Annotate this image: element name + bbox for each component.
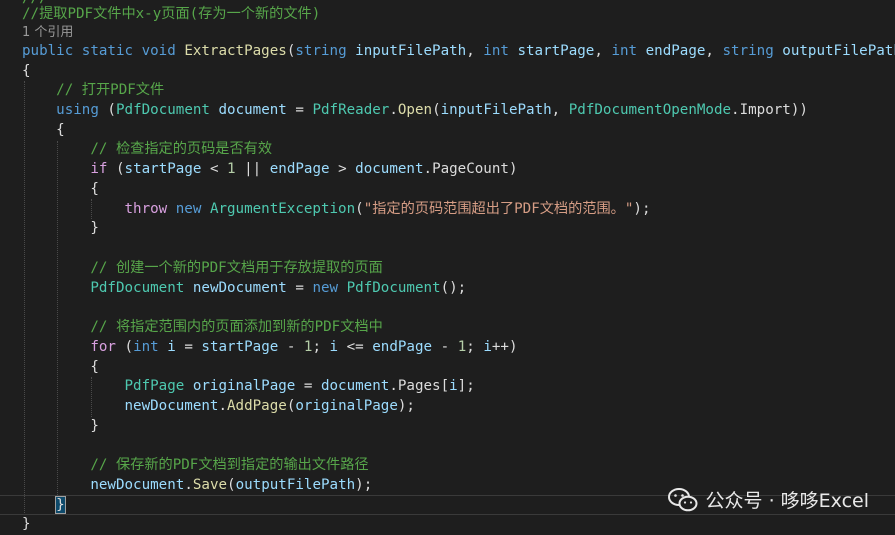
type-name: PdfDocument — [346, 280, 441, 296]
code-editor[interactable]: /// //提取PDF文件中x-y页面(存为一个新的文件) 1 个引用 publ… — [0, 0, 895, 535]
code-line: // 创建一个新的PDF文档用于存放提取的页面 — [22, 258, 383, 278]
keyword: if — [90, 161, 108, 177]
code-line: newDocument.AddPage(originalPage); — [124, 398, 415, 414]
code-line: if (startPage < 1 || endPage > document.… — [90, 161, 518, 177]
keyword: static — [81, 43, 134, 59]
code-line: // 保存新的PDF文档到指定的输出文件路径 — [22, 455, 369, 475]
param-name: inputFilePath — [355, 43, 467, 59]
watermark-text: 公众号 · 哆哆Excel — [705, 490, 869, 512]
code-line: using (PdfDocument document = PdfReader.… — [56, 102, 808, 118]
brace: { — [90, 359, 99, 375]
number: 1 — [303, 339, 313, 355]
code-line: { — [22, 179, 99, 199]
variable: outputFilePath — [235, 477, 356, 493]
variable: newDocument — [90, 477, 185, 493]
code-line: { — [22, 120, 65, 140]
codelens-label[interactable]: 1 个引用 — [22, 25, 73, 40]
summary-comment: //提取PDF文件中x-y页面(存为一个新的文件) — [22, 6, 321, 22]
type-name: PdfDocument — [90, 280, 185, 296]
param-type: int — [483, 43, 509, 59]
comment: // 将指定范围内的页面添加到新的PDF文档中 — [90, 319, 383, 335]
param-type: string — [295, 43, 347, 59]
watermark: 公众号 · 哆哆Excel — [667, 486, 869, 513]
param-name: endPage — [645, 43, 706, 59]
brace: } — [90, 418, 99, 434]
keyword: throw — [124, 201, 168, 217]
code-line: PdfPage originalPage = document.Pages[i]… — [124, 378, 475, 394]
code-line: } — [22, 416, 99, 436]
param-type: int — [611, 43, 638, 59]
code-line: PdfDocument newDocument = new PdfDocumen… — [90, 280, 467, 296]
code-line: { — [22, 357, 99, 377]
variable: startPage — [124, 161, 202, 177]
brace: } — [22, 516, 31, 532]
code-line: } — [22, 495, 66, 515]
brace: { — [90, 181, 99, 197]
codelens-references[interactable]: 1 个引用 — [22, 23, 73, 43]
keyword: using — [56, 102, 99, 118]
method-name: ExtractPages — [184, 43, 287, 59]
string-literal: "指定的页码范围超出了PDF文档的范围。" — [363, 201, 634, 217]
param-type: string — [722, 43, 774, 59]
matched-brace: } — [55, 496, 66, 514]
code-line: { — [22, 61, 31, 81]
param-name: outputFilePath — [782, 43, 895, 59]
variable: originalPage — [295, 398, 398, 414]
variable: document — [355, 161, 424, 177]
keyword: for — [90, 339, 116, 355]
variable: document — [320, 378, 390, 394]
variable: i — [449, 378, 458, 394]
variable: originalPage — [192, 378, 296, 394]
param-name: startPage — [517, 43, 595, 59]
variable: newDocument — [192, 280, 287, 296]
number: 1 — [457, 339, 467, 355]
code-line: // 检查指定的页码是否有效 — [22, 139, 272, 159]
variable: endPage — [269, 161, 330, 177]
keyword: void — [141, 43, 176, 59]
variable: startPage — [201, 339, 279, 355]
comment: // 保存新的PDF文档到指定的输出文件路径 — [90, 457, 369, 473]
variable: i — [483, 339, 492, 355]
property: PageCount — [432, 161, 509, 177]
brace: { — [56, 122, 65, 138]
brace: { — [22, 63, 31, 79]
method-call: AddPage — [227, 398, 287, 414]
type-name: PdfReader — [312, 102, 390, 118]
comment: // 创建一个新的PDF文档用于存放提取的页面 — [90, 260, 383, 276]
variable: inputFilePath — [440, 102, 552, 118]
method-call: Open — [397, 102, 433, 118]
code-line: // 打开PDF文件 — [22, 80, 164, 100]
brace: } — [90, 220, 99, 236]
method-signature-line: public static void ExtractPages(string i… — [22, 41, 895, 61]
code-line: throw new ArgumentException("指定的页码范围超出了P… — [124, 201, 651, 217]
type-name: PdfPage — [124, 378, 185, 394]
comment: // 打开PDF文件 — [56, 82, 165, 98]
variable: endPage — [372, 339, 433, 355]
keyword: public — [22, 43, 74, 59]
method-call: Save — [192, 477, 228, 493]
type-name: PdfDocumentOpenMode — [568, 102, 732, 118]
keyword: new — [312, 280, 339, 296]
variable: document — [218, 102, 287, 118]
type-name: ArgumentException — [209, 201, 356, 217]
enum-value: Import — [739, 102, 791, 118]
code-line: newDocument.Save(outputFilePath); — [90, 477, 373, 493]
code-line: //提取PDF文件中x-y页面(存为一个新的文件) — [22, 4, 320, 24]
type-name: PdfDocument — [115, 102, 210, 118]
keyword: new — [175, 201, 202, 217]
keyword: int — [133, 339, 159, 355]
variable: newDocument — [124, 398, 219, 414]
variable: i — [167, 339, 176, 355]
number: 1 — [227, 161, 236, 177]
variable: i — [329, 339, 339, 355]
code-line: // 将指定范围内的页面添加到新的PDF文档中 — [22, 317, 383, 337]
code-line: } — [22, 218, 99, 238]
wechat-icon — [667, 487, 698, 511]
code-line: } — [22, 514, 31, 534]
comment: // 检查指定的页码是否有效 — [90, 141, 273, 157]
code-line: for (int i = startPage - 1; i <= endPage… — [90, 339, 518, 355]
property: Pages — [397, 378, 441, 394]
